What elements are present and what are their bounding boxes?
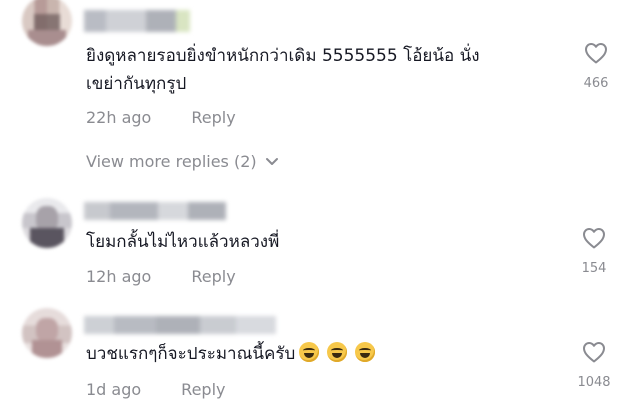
avatar[interactable] xyxy=(22,308,72,358)
comment-meta: 12h ago Reply xyxy=(86,267,236,286)
comment-text: บวชแรกๆก็จะประมาณนี้ครับ xyxy=(86,340,376,368)
like-count: 466 xyxy=(583,76,609,91)
comment-timestamp: 22h ago xyxy=(86,108,152,127)
username-blurred[interactable] xyxy=(84,202,226,220)
comment-text-line: เขย่ากันทุกรูป xyxy=(86,74,187,94)
comment-text-line: ยิงดูหลายรอบยิ่งขำหนักกว่าเดิม 5555555 โ… xyxy=(86,46,480,66)
avatar[interactable] xyxy=(22,0,72,46)
reply-button[interactable]: Reply xyxy=(191,267,235,286)
comment-timestamp: 1d ago xyxy=(86,380,142,399)
username-blurred[interactable] xyxy=(84,10,190,32)
like-button[interactable]: 154 xyxy=(564,227,624,276)
grinning-sweat-emoji xyxy=(327,342,348,362)
comment-text: ยิงดูหลายรอบยิ่งขำหนักกว่าเดิม 5555555 โ… xyxy=(86,42,480,98)
comment-text: โยมกลั้นไม่ไหวแล้วหลวงพี่ xyxy=(86,228,279,256)
like-button[interactable]: 1048 xyxy=(564,341,624,390)
comment-meta: 22h ago Reply xyxy=(86,108,236,127)
comment-text-line: โยมกลั้นไม่ไหวแล้วหลวงพี่ xyxy=(86,232,280,252)
view-more-replies-button[interactable]: View more replies (2) xyxy=(86,152,279,171)
reply-button[interactable]: Reply xyxy=(191,108,235,127)
comment-timestamp: 12h ago xyxy=(86,267,152,286)
heart-outline-icon[interactable] xyxy=(582,227,606,249)
grinning-sweat-emoji xyxy=(355,342,376,362)
comment-text-line: บวชแรกๆก็จะประมาณนี้ครับ xyxy=(86,344,296,364)
view-more-replies-label: View more replies (2) xyxy=(86,152,257,171)
comment-meta: 1d ago Reply xyxy=(86,380,225,399)
avatar[interactable] xyxy=(22,198,72,248)
heart-outline-icon[interactable] xyxy=(584,42,608,64)
chevron-down-icon xyxy=(265,157,278,165)
grinning-sweat-emoji xyxy=(299,342,320,362)
username-blurred[interactable] xyxy=(84,316,276,334)
like-count: 1048 xyxy=(577,375,611,390)
like-button[interactable]: 466 xyxy=(566,42,626,91)
heart-outline-icon[interactable] xyxy=(582,341,606,363)
like-count: 154 xyxy=(581,261,607,276)
reply-button[interactable]: Reply xyxy=(181,380,225,399)
